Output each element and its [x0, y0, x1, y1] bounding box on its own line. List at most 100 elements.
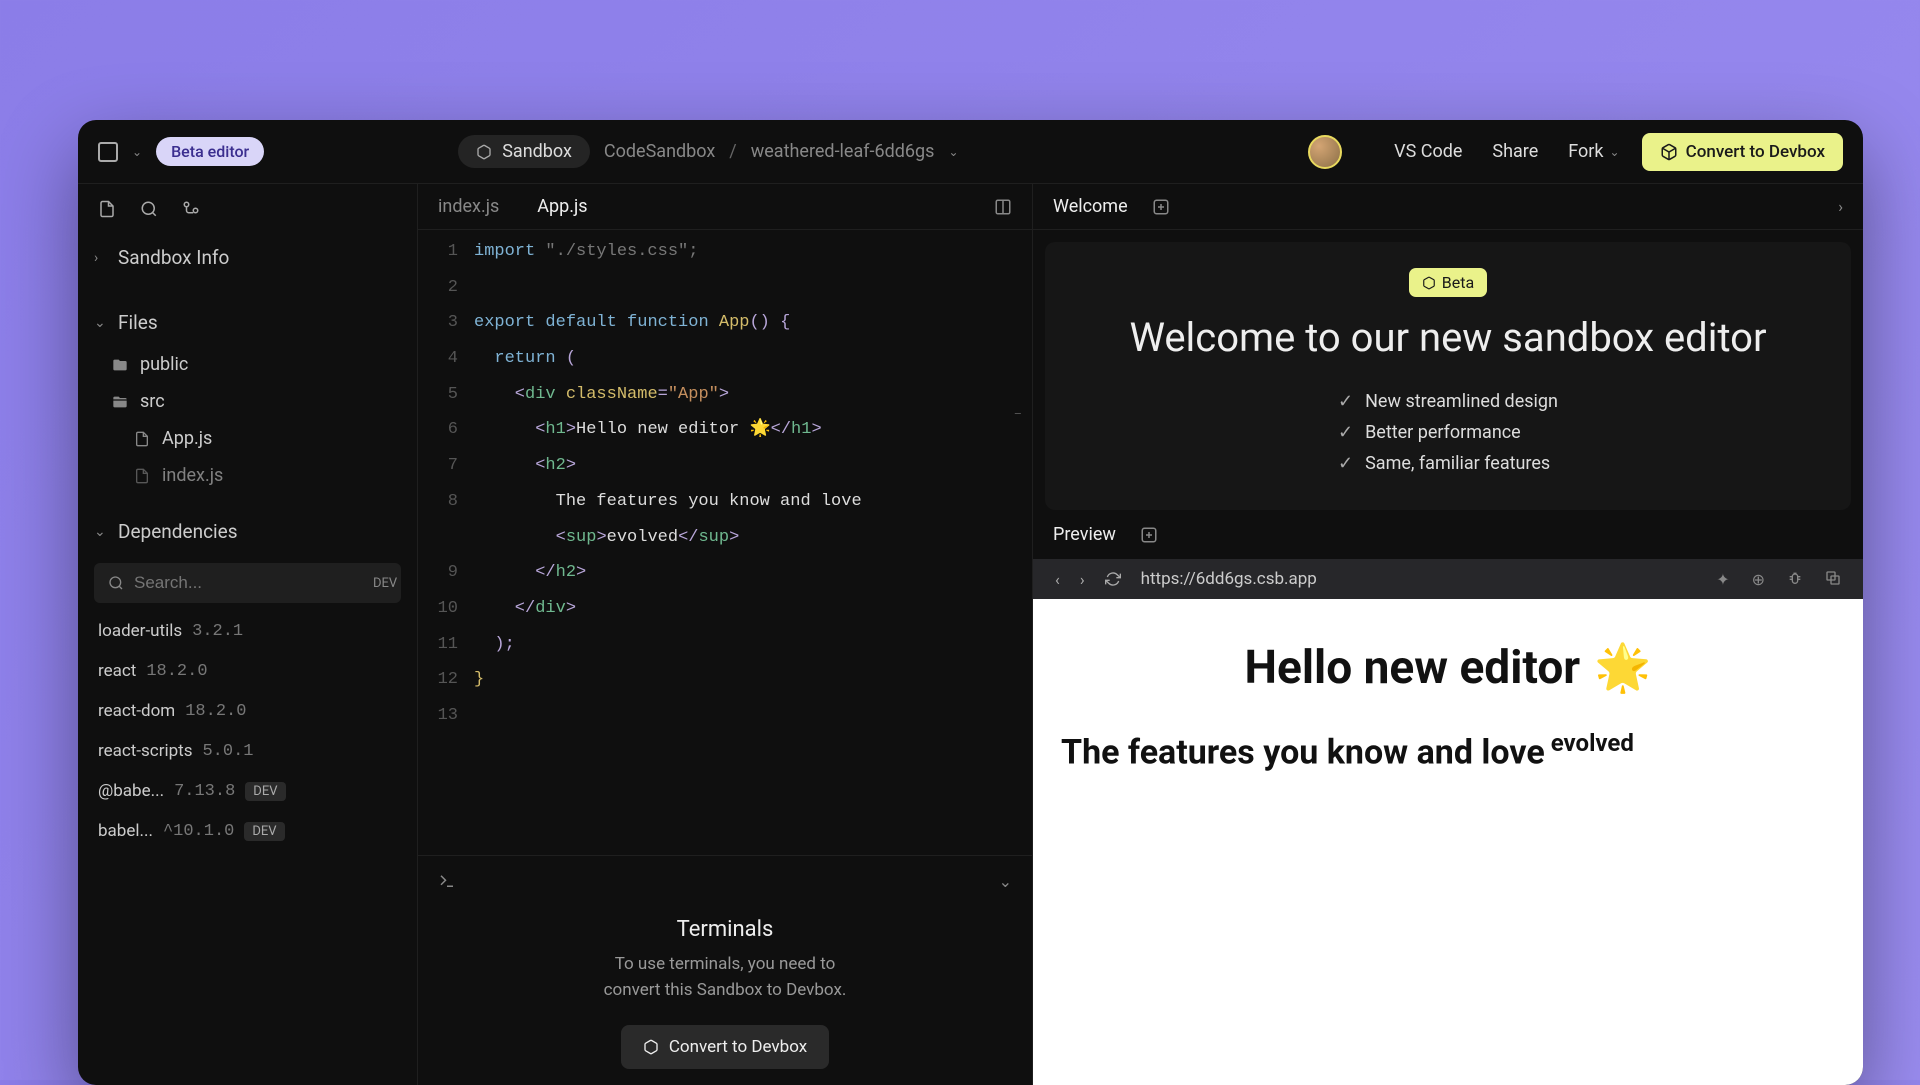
sparkle-icon[interactable]: ✦ — [1716, 570, 1729, 589]
welcome-card: Beta Welcome to our new sandbox editor ✓… — [1045, 242, 1851, 510]
fork-button[interactable]: Fork ⌄ — [1560, 141, 1627, 162]
tab-preview[interactable]: Preview — [1053, 524, 1116, 545]
vscode-link[interactable]: VS Code — [1386, 141, 1470, 162]
search-input[interactable] — [134, 573, 355, 593]
folder-open-icon — [112, 394, 130, 410]
files-label: Files — [118, 311, 158, 334]
popout-icon[interactable] — [1825, 570, 1841, 589]
dep-loader-utils[interactable]: loader-utils3.2.1 — [78, 611, 417, 651]
folder-public[interactable]: public — [78, 346, 417, 383]
file-app-js[interactable]: App.js — [78, 420, 417, 457]
back-icon[interactable]: ‹ — [1055, 570, 1060, 589]
dep-react-scripts[interactable]: react-scripts5.0.1 — [78, 731, 417, 771]
dependencies-header[interactable]: ⌄ Dependencies — [78, 508, 417, 555]
avatar[interactable] — [1308, 135, 1342, 169]
folder-label: src — [140, 391, 165, 412]
feature-item: ✓New streamlined design — [1338, 391, 1558, 412]
refresh-icon[interactable] — [1105, 571, 1121, 587]
titlebar: ⌄ Beta editor Sandbox CodeSandbox / weat… — [78, 120, 1863, 184]
chevron-right-icon[interactable]: › — [1838, 197, 1843, 216]
search-icon[interactable] — [140, 200, 158, 218]
editor-tabs: index.js App.js — [418, 184, 1032, 230]
convert-devbox-button-secondary[interactable]: Convert to Devbox — [621, 1025, 829, 1069]
bug-icon[interactable] — [1787, 570, 1803, 589]
branch-icon[interactable] — [182, 200, 200, 218]
convert-label: Convert to Devbox — [1686, 142, 1825, 162]
beta-tag: Beta — [1409, 268, 1487, 297]
dep-babel-1[interactable]: @babe...7.13.8DEV — [78, 771, 417, 811]
cube-icon — [1660, 143, 1678, 161]
dep-react-dom[interactable]: react-dom18.2.0 — [78, 691, 417, 731]
logo-icon[interactable] — [98, 142, 118, 162]
terminal-icon[interactable] — [438, 872, 456, 891]
files-header[interactable]: ⌄ Files — [78, 299, 417, 346]
dep-babel-2[interactable]: babel...^10.1.0DEV — [78, 811, 417, 851]
sandbox-info-label: Sandbox Info — [118, 246, 229, 269]
convert-devbox-button[interactable]: Convert to Devbox — [1642, 133, 1843, 171]
terminals-panel: ⌄ Terminals To use terminals, you need t… — [418, 855, 1032, 1085]
preview-sup: evolved — [1551, 729, 1634, 757]
cube-icon — [643, 1039, 659, 1055]
check-icon: ✓ — [1338, 453, 1353, 474]
cube-icon — [1422, 276, 1436, 290]
preview-content: Hello new editor 🌟 The features you know… — [1033, 599, 1863, 1085]
check-icon: ✓ — [1338, 391, 1353, 412]
add-tab-icon[interactable] — [1152, 198, 1170, 216]
feature-list: ✓New streamlined design ✓Better performa… — [1338, 391, 1558, 474]
right-column: Welcome › Beta Welcome to our new sandbo… — [1033, 184, 1863, 1085]
dep-react[interactable]: react18.2.0 — [78, 651, 417, 691]
split-panel-icon[interactable] — [994, 198, 1012, 216]
file-label: App.js — [162, 428, 212, 449]
sandbox-icon — [476, 144, 492, 160]
beta-editor-pill[interactable]: Beta editor — [156, 137, 264, 166]
preview-panel-tabs: Preview — [1033, 510, 1863, 559]
dependency-search[interactable]: DEV — [94, 563, 401, 603]
main-area: › Sandbox Info ⌄ Files public src App.js — [78, 184, 1863, 1085]
forward-icon[interactable]: › — [1080, 570, 1085, 589]
file-label: index.js — [162, 465, 223, 486]
preview-h2: The features you know and loveevolved — [1049, 729, 1847, 772]
tab-index-js[interactable]: index.js — [438, 196, 499, 217]
share-button[interactable]: Share — [1484, 141, 1546, 162]
star-icon: 🌟 — [1594, 641, 1651, 695]
folder-icon — [112, 357, 130, 373]
tab-app-js[interactable]: App.js — [537, 196, 587, 217]
app-window: ⌄ Beta editor Sandbox CodeSandbox / weat… — [78, 120, 1863, 1085]
file-index-js[interactable]: index.js — [78, 457, 417, 494]
dev-tag: DEV — [365, 574, 405, 593]
chevron-down-icon[interactable]: ⌄ — [132, 145, 142, 159]
breadcrumb[interactable]: Sandbox — [458, 135, 590, 168]
sandbox-info-header[interactable]: › Sandbox Info — [78, 234, 417, 281]
terminals-title: Terminals — [677, 917, 774, 942]
fork-label: Fork — [1568, 141, 1603, 162]
file-icon — [134, 431, 152, 447]
line-gutter: 1 2 3 4 5 6 7 8 9 10 11 12 13 — [418, 234, 474, 855]
beta-label: Beta — [1442, 273, 1474, 292]
chevron-down-icon: ⌄ — [94, 524, 108, 540]
welcome-panel-tabs: Welcome › — [1033, 184, 1863, 230]
feature-item: ✓Same, familiar features — [1338, 453, 1558, 474]
preview-frame: ‹ › https://6dd6gs.csb.app ✦ ⊕ Hello new… — [1033, 559, 1863, 1085]
breadcrumb-sandbox: Sandbox — [502, 141, 572, 162]
chevron-right-icon: › — [94, 250, 108, 266]
code-content[interactable]: import "./styles.css"; export default fu… — [474, 234, 1032, 855]
chevron-down-icon: ⌄ — [1610, 145, 1620, 159]
convert-label: Convert to Devbox — [669, 1037, 807, 1057]
crosshair-icon[interactable]: ⊕ — [1752, 570, 1765, 589]
chevron-down-icon[interactable]: ⌄ — [999, 872, 1012, 891]
breadcrumb-org[interactable]: CodeSandbox — [604, 141, 715, 162]
tab-welcome[interactable]: Welcome — [1053, 196, 1128, 217]
breadcrumb-project[interactable]: weathered-leaf-6dd6gs — [751, 141, 935, 162]
folder-label: public — [140, 354, 188, 375]
add-tab-icon[interactable] — [1140, 526, 1158, 544]
folder-src[interactable]: src — [78, 383, 417, 420]
minimap-indicator: – — [1014, 400, 1022, 429]
terminals-description: To use terminals, you need toconvert thi… — [604, 952, 847, 1003]
chevron-down-icon[interactable]: ⌄ — [948, 145, 958, 159]
editor-column: index.js App.js 1 2 3 4 5 6 7 8 9 10 11 … — [418, 184, 1033, 1085]
feature-item: ✓Better performance — [1338, 422, 1558, 443]
welcome-heading: Welcome to our new sandbox editor — [1129, 311, 1766, 365]
file-icon[interactable] — [98, 200, 116, 218]
code-editor[interactable]: 1 2 3 4 5 6 7 8 9 10 11 12 13 import "./… — [418, 230, 1032, 855]
url-text[interactable]: https://6dd6gs.csb.app — [1141, 569, 1697, 589]
